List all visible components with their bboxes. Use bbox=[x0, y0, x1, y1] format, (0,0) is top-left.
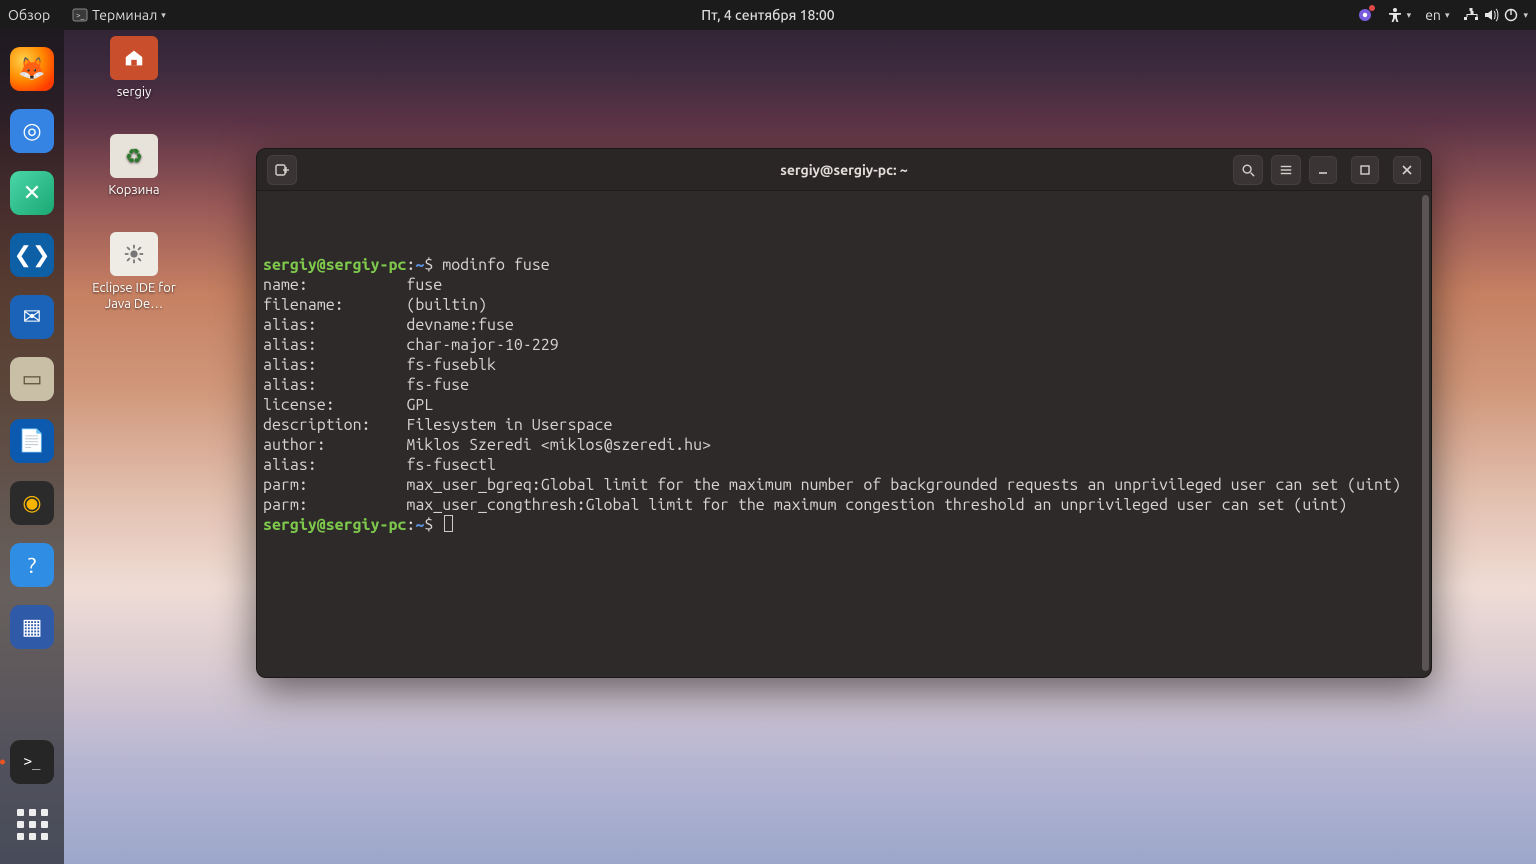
desktop-home-folder[interactable]: sergiy bbox=[84, 36, 184, 100]
dock-vscode[interactable]: ❮❯ bbox=[6, 229, 58, 281]
input-source-label: en bbox=[1425, 7, 1441, 23]
window-title: sergiy@sergiy-pc: ~ bbox=[780, 162, 908, 178]
home-folder-icon bbox=[110, 36, 158, 80]
new-tab-button[interactable] bbox=[267, 155, 297, 185]
dock-writer[interactable]: 📄 bbox=[6, 415, 58, 467]
files-icon: ▭ bbox=[10, 357, 54, 401]
vscode-icon: ❮❯ bbox=[10, 233, 54, 277]
volume-icon bbox=[1483, 7, 1499, 23]
app-menu[interactable]: >_ Терминал ▾ bbox=[72, 7, 166, 23]
dock-rhythmbox[interactable]: ◉ bbox=[6, 477, 58, 529]
dock-chromium[interactable]: ◎ bbox=[6, 105, 58, 157]
desktop-trash[interactable]: ♻ Корзина bbox=[84, 134, 184, 198]
dock-files[interactable]: ▭ bbox=[6, 353, 58, 405]
firefox-icon: 🦊 bbox=[10, 47, 54, 91]
new-tab-icon bbox=[274, 162, 290, 178]
input-source-menu[interactable]: en ▾ bbox=[1425, 7, 1449, 23]
minimize-button[interactable] bbox=[1309, 156, 1337, 184]
thunderbird-icon: ✉ bbox=[10, 295, 54, 339]
hamburger-menu-button[interactable] bbox=[1271, 155, 1301, 185]
maximize-icon bbox=[1359, 164, 1371, 176]
desktop-icon-label: Eclipse IDE for Java De… bbox=[84, 280, 184, 313]
desktop-icon-label: Корзина bbox=[84, 182, 184, 198]
dock-terminal[interactable]: >_ bbox=[6, 736, 58, 788]
minimize-icon bbox=[1317, 164, 1329, 176]
power-icon bbox=[1503, 7, 1519, 23]
search-icon bbox=[1241, 163, 1255, 177]
scrollbar[interactable] bbox=[1422, 195, 1429, 671]
notification-icon[interactable] bbox=[1357, 7, 1373, 23]
close-icon bbox=[1401, 164, 1413, 176]
chevron-down-icon: ▾ bbox=[1445, 10, 1450, 21]
rhythmbox-icon: ◉ bbox=[10, 481, 54, 525]
top-bar: Обзор >_ Терминал ▾ Пт, 4 сентября 18:00… bbox=[0, 0, 1536, 30]
activities-button[interactable]: Обзор bbox=[8, 7, 50, 23]
desktop-icon-label: sergiy bbox=[84, 84, 184, 100]
chromium-icon: ◎ bbox=[10, 109, 54, 153]
trash-icon: ♻ bbox=[110, 134, 158, 178]
terminal-icon: >_ bbox=[10, 740, 54, 784]
search-button[interactable] bbox=[1233, 155, 1263, 185]
system-menu[interactable]: ▾ bbox=[1463, 7, 1528, 23]
help-icon: ? bbox=[10, 543, 54, 587]
chevron-down-icon: ▾ bbox=[1523, 10, 1528, 21]
close-button[interactable] bbox=[1393, 156, 1421, 184]
chevron-down-icon: ▾ bbox=[1407, 10, 1412, 21]
hamburger-icon bbox=[1279, 163, 1293, 177]
accessibility-menu[interactable]: ▾ bbox=[1387, 7, 1412, 23]
settings-file-icon bbox=[110, 232, 158, 276]
dock-firefox[interactable]: 🦊 bbox=[6, 43, 58, 95]
dock: 🦊 ◎ ✕ ❮❯ ✉ ▭ 📄 ◉ ? ▦ >_ bbox=[0, 30, 64, 864]
dock-help[interactable]: ? bbox=[6, 539, 58, 591]
chevron-down-icon: ▾ bbox=[161, 10, 166, 21]
dock-thunderbird[interactable]: ✉ bbox=[6, 291, 58, 343]
clock[interactable]: Пт, 4 сентября 18:00 bbox=[701, 7, 834, 23]
dock-remote-client[interactable]: ✕ bbox=[6, 167, 58, 219]
terminal-body[interactable]: sergiy@sergiy-pc:~$ modinfo fusename: fu… bbox=[257, 191, 1431, 677]
writer-icon: 📄 bbox=[10, 419, 54, 463]
maximize-button[interactable] bbox=[1351, 156, 1379, 184]
window-titlebar[interactable]: sergiy@sergiy-pc: ~ bbox=[257, 149, 1431, 191]
svg-text:>_: >_ bbox=[76, 11, 85, 20]
terminal-window: sergiy@sergiy-pc: ~ serg bbox=[256, 148, 1432, 678]
show-applications[interactable] bbox=[6, 798, 58, 850]
apps-grid-icon bbox=[17, 809, 48, 840]
desktop[interactable]: sergiy ♻ Корзина Eclipse IDE for Java De… bbox=[64, 30, 1536, 864]
dock-virtualbox[interactable]: ▦ bbox=[6, 601, 58, 653]
desktop-eclipse-launcher[interactable]: Eclipse IDE for Java De… bbox=[84, 232, 184, 313]
app-menu-label: Терминал bbox=[92, 7, 157, 23]
terminal-app-icon: >_ bbox=[72, 7, 88, 23]
virtualbox-icon: ▦ bbox=[10, 605, 54, 649]
network-icon bbox=[1463, 7, 1479, 23]
remote-client-icon: ✕ bbox=[10, 171, 54, 215]
